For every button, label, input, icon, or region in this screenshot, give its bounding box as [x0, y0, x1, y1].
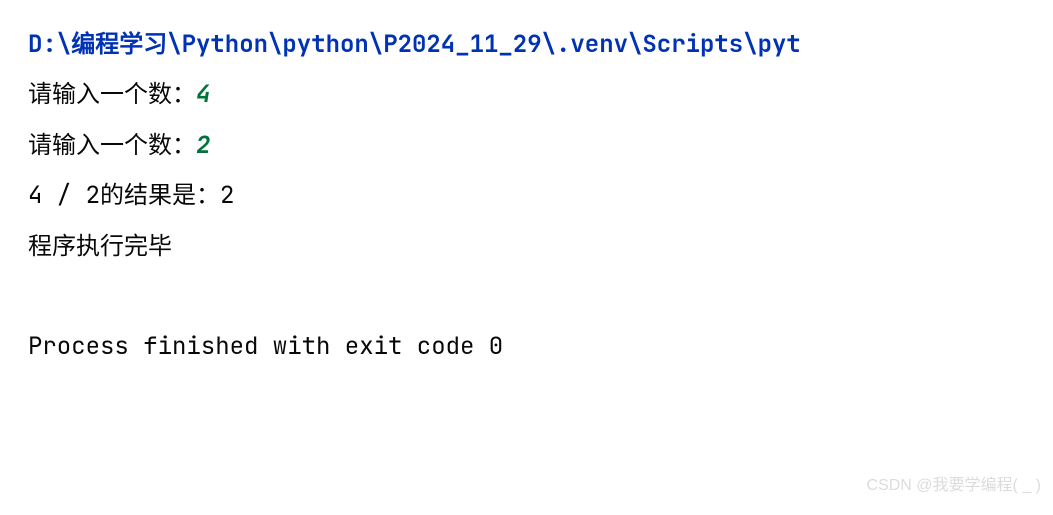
user-input-1: 4 — [196, 79, 210, 110]
prompt-text: 请输入一个数： — [28, 130, 196, 161]
csdn-watermark: CSDN @我要学编程( _ ) — [867, 469, 1041, 503]
done-line: 程序执行完毕 — [28, 222, 1025, 272]
exit-line: Process finished with exit code 0 — [28, 322, 1025, 372]
interpreter-path: D:\编程学习\Python\python\P2024_11_29\.venv\… — [28, 29, 801, 60]
input-line-1: 请输入一个数：4 — [28, 70, 1025, 120]
result-line: 4 / 2的结果是：2 — [28, 171, 1025, 221]
exit-text: Process finished with exit code 0 — [28, 331, 503, 362]
result-text: 4 / 2的结果是：2 — [28, 180, 234, 211]
blank-line — [28, 272, 1025, 322]
done-text: 程序执行完毕 — [28, 231, 172, 262]
command-path-line: D:\编程学习\Python\python\P2024_11_29\.venv\… — [28, 20, 1025, 70]
input-line-2: 请输入一个数：2 — [28, 121, 1025, 171]
prompt-text: 请输入一个数： — [28, 79, 196, 110]
user-input-2: 2 — [196, 130, 210, 161]
